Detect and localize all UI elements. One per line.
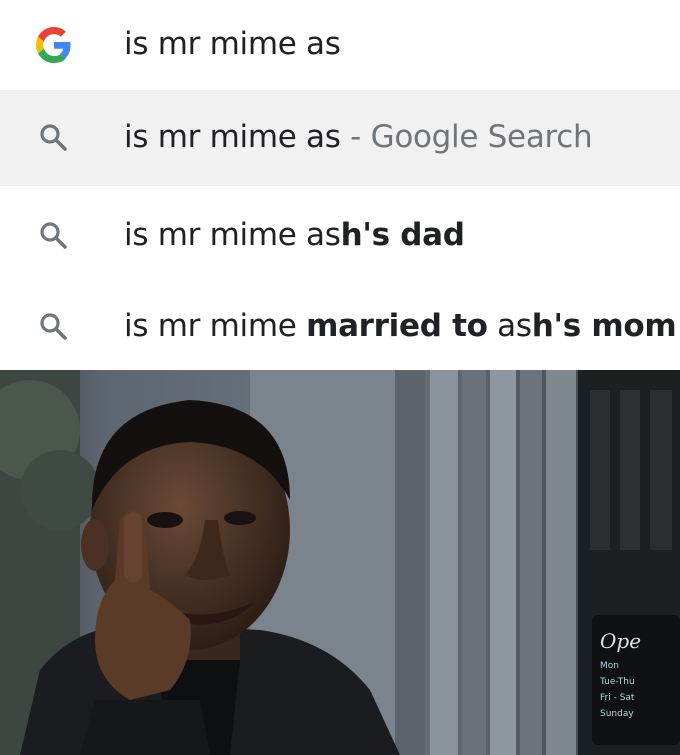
suggestion-prefix: is mr mime bbox=[124, 307, 307, 344]
suggestion-prefix: is mr mime as bbox=[124, 216, 341, 253]
suggestion-text: is mr mime as - Google Search bbox=[124, 118, 593, 155]
suggestion-item[interactable]: is mr mime ash's dad bbox=[0, 188, 680, 284]
suggestion-text: is mr mime married to ash's mom bbox=[124, 307, 677, 344]
suggestion-middle: as bbox=[487, 307, 532, 344]
suggestion-suffix: - Google Search bbox=[340, 118, 593, 155]
suggestion-prefix: is mr mime as bbox=[124, 118, 341, 155]
search-icon bbox=[40, 124, 67, 151]
suggestion-completion-2: h's mom bbox=[531, 307, 677, 344]
suggestion-text: is mr mime ash's dad bbox=[124, 217, 465, 253]
meme-photo: Ope Mon Tue-Thu Fri - Sat Sunday bbox=[0, 370, 680, 755]
search-suggestions-panel: is mr mime as is mr mime as - Google Sea… bbox=[0, 0, 680, 370]
suggestion-completion: married to bbox=[306, 307, 488, 344]
sign-text: Tue-Thu bbox=[599, 677, 635, 687]
suggestion-item[interactable]: is mr mime as - Google Search bbox=[0, 90, 680, 186]
google-g-icon bbox=[36, 27, 71, 63]
sign-text: Ope bbox=[600, 629, 641, 653]
suggestion-item[interactable]: is mr mime married to ash's mom bbox=[0, 284, 680, 370]
sign-text: Fri - Sat bbox=[600, 693, 635, 703]
search-input-row[interactable]: is mr mime as bbox=[0, 0, 680, 90]
search-icon bbox=[40, 222, 67, 249]
sign-text: Sunday bbox=[600, 709, 634, 719]
sign-text: Mon bbox=[600, 661, 619, 671]
search-icon bbox=[40, 313, 67, 340]
suggestion-completion: h's dad bbox=[340, 216, 465, 253]
search-query-text[interactable]: is mr mime as bbox=[124, 26, 341, 62]
